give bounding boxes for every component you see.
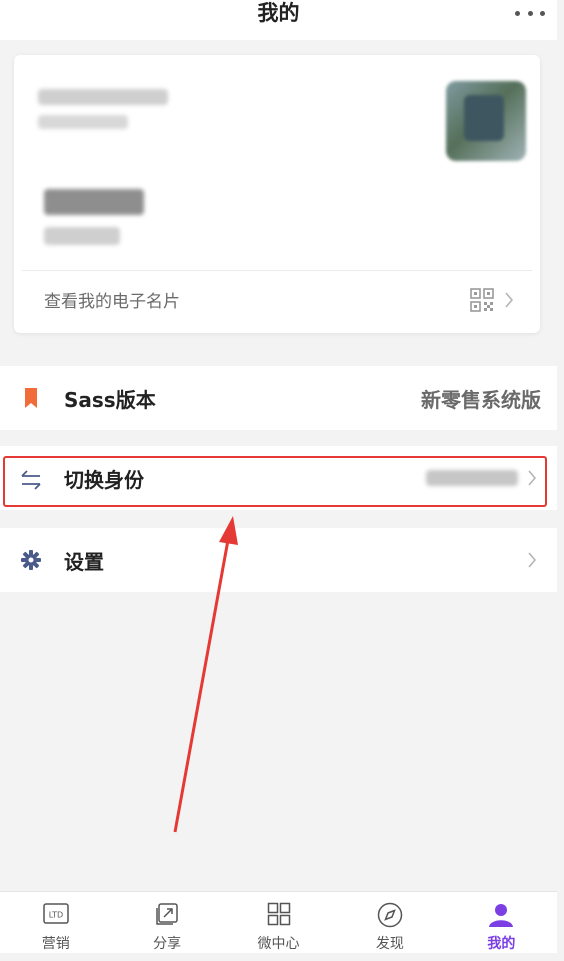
- tab-micro-center[interactable]: 微中心: [223, 892, 334, 953]
- qr-code-icon[interactable]: [470, 288, 494, 312]
- bottom-tab-bar: LTD 营销 分享 微中心 发现 我的: [0, 891, 557, 953]
- tab-label: 我的: [487, 936, 516, 952]
- share-icon: [156, 903, 178, 925]
- compass-icon: [377, 902, 403, 928]
- person-icon: [489, 904, 514, 927]
- more-menu-button[interactable]: [515, 6, 545, 20]
- menu-row-label: Sass版本: [64, 388, 156, 412]
- tab-discover[interactable]: 发现: [334, 892, 445, 953]
- gear-icon: [21, 550, 41, 570]
- view-business-card-link[interactable]: 查看我的电子名片: [44, 287, 180, 312]
- tab-label: 发现: [375, 936, 404, 952]
- more-dot: [527, 10, 533, 16]
- avatar[interactable]: [446, 81, 526, 161]
- more-dot: [540, 10, 545, 16]
- tab-label: 微中心: [257, 936, 300, 952]
- page-title: 我的: [257, 1, 300, 25]
- blurred-company: [44, 189, 144, 215]
- top-bar: 我的: [0, 0, 557, 40]
- tab-label: 分享: [153, 936, 182, 952]
- menu-row-value: 新零售系统版: [421, 388, 541, 412]
- annotation-highlight-box: [3, 456, 547, 507]
- tab-label: 营销: [41, 936, 70, 952]
- page: 我的 查看我的电子名片 Sass版本 新零售系统版 切换身份 设置 LTD 营销…: [0, 0, 564, 961]
- chevron-right-icon: [505, 292, 514, 308]
- blurred-role: [44, 227, 120, 245]
- menu-row-settings[interactable]: 设置: [0, 528, 557, 592]
- chevron-right-icon: [528, 552, 537, 568]
- tab-share[interactable]: 分享: [111, 892, 222, 953]
- blurred-subtitle: [38, 115, 128, 129]
- ltd-icon-text: LTD: [49, 911, 63, 920]
- divider: [22, 270, 532, 271]
- tab-mine[interactable]: 我的: [446, 892, 557, 953]
- menu-row-label: 设置: [64, 550, 104, 574]
- tab-marketing[interactable]: LTD 营销: [0, 892, 111, 953]
- bookmark-icon: [25, 388, 37, 408]
- more-dot: [515, 10, 520, 16]
- profile-card: 查看我的电子名片: [14, 55, 540, 333]
- ltd-icon: LTD: [42, 903, 69, 924]
- menu-row-sass-version[interactable]: Sass版本 新零售系统版: [0, 366, 557, 430]
- grid-icon: [267, 902, 290, 926]
- blurred-name: [38, 89, 168, 105]
